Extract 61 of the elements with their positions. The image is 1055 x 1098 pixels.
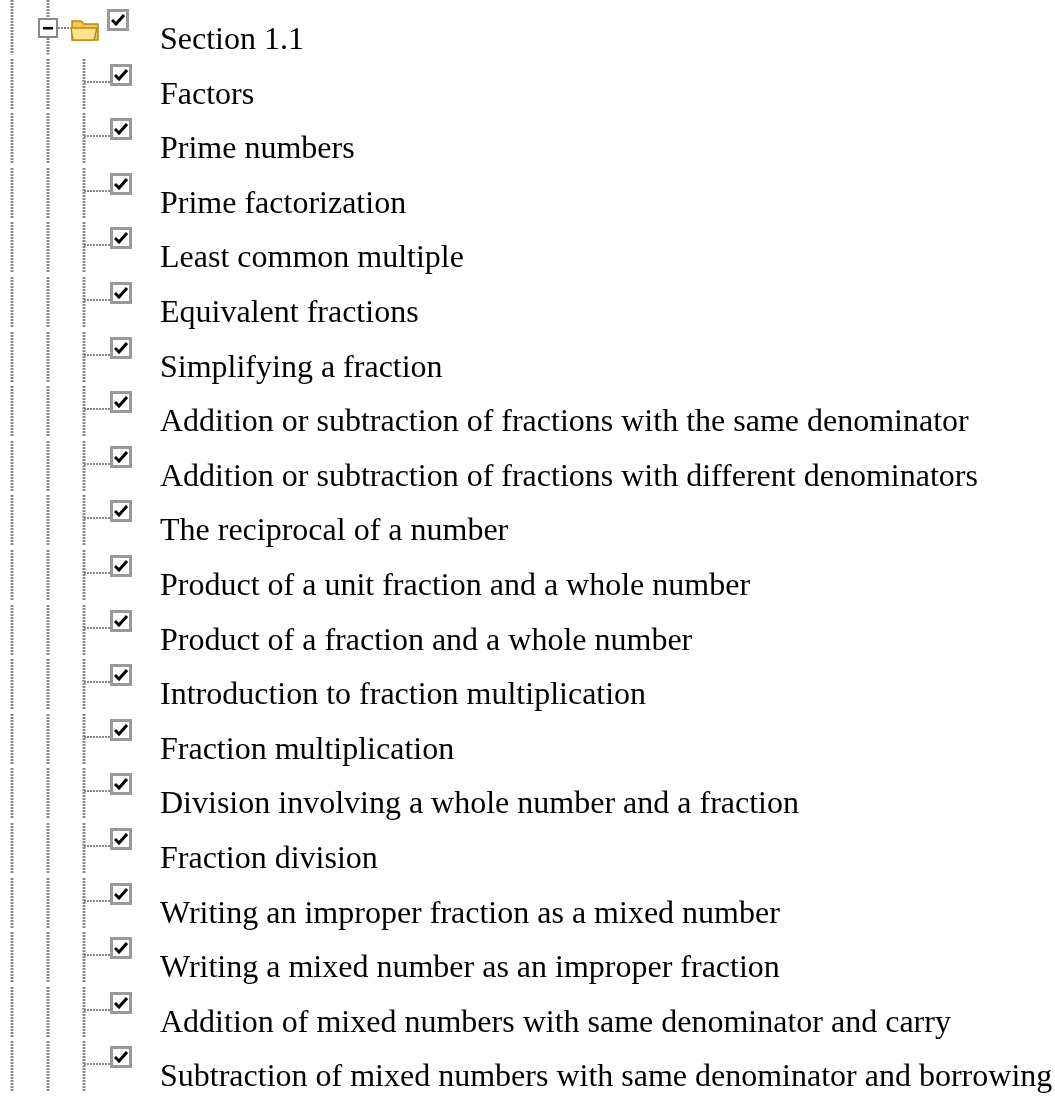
checkmark-icon xyxy=(114,669,128,682)
tree-item-label[interactable]: Division involving a whole number and a fraction xyxy=(160,784,799,821)
checkbox[interactable] xyxy=(110,827,132,850)
checkbox[interactable] xyxy=(110,172,132,195)
checkmark-icon xyxy=(114,232,128,245)
tree-item-label[interactable]: Least common multiple xyxy=(160,238,464,275)
checkmark-icon xyxy=(114,286,128,299)
tree-item-label[interactable]: Equivalent fractions xyxy=(160,292,419,329)
tree-item-label[interactable]: Addition of mixed numbers with same denominator and carry xyxy=(160,1002,951,1039)
tree-item-label[interactable]: Subtraction of mixed numbers with same denominator and borrowing xyxy=(160,1057,1053,1094)
checkmark-icon xyxy=(114,341,128,354)
checkbox[interactable] xyxy=(110,445,132,468)
tree-item-label[interactable]: Section 1.1 xyxy=(160,20,304,56)
checkmark-icon xyxy=(114,396,128,409)
checkmark-icon xyxy=(114,614,128,627)
checkbox[interactable] xyxy=(107,9,129,31)
checkbox[interactable] xyxy=(110,718,132,741)
checkmark-icon xyxy=(114,450,128,463)
tree-item-label[interactable]: Product of a fraction and a whole number xyxy=(160,620,693,657)
tree-item-label[interactable]: Writing a mixed number as an improper fraction xyxy=(160,948,780,985)
checkmark-icon xyxy=(114,1051,128,1064)
tree-item-label[interactable]: Prime factorization xyxy=(160,183,407,220)
tree-item-label[interactable]: Addition or subtraction of fractions with the same denominator xyxy=(160,402,969,439)
checkmark-icon xyxy=(114,832,128,845)
checkmark-icon xyxy=(114,559,128,572)
tree-item-label[interactable]: Simplifying a fraction xyxy=(160,347,443,384)
checkbox[interactable] xyxy=(110,118,132,141)
checkmark-icon xyxy=(114,723,128,736)
checkmark-icon xyxy=(114,68,128,81)
checkbox[interactable] xyxy=(110,500,132,523)
checkbox[interactable] xyxy=(110,281,132,304)
checkmark-icon xyxy=(111,14,125,26)
checkmark-icon xyxy=(114,177,128,190)
checkbox[interactable] xyxy=(110,336,132,359)
checkbox[interactable] xyxy=(110,1046,132,1069)
tree-item-label[interactable]: Fraction division xyxy=(160,838,378,875)
checkbox[interactable] xyxy=(110,773,132,796)
checkmark-icon xyxy=(114,123,128,136)
checkbox[interactable] xyxy=(110,227,132,250)
checkbox[interactable] xyxy=(110,937,132,960)
tree-item-label[interactable]: Addition or subtraction of fractions with different denominators xyxy=(160,456,978,493)
tree-item-label[interactable]: Factors xyxy=(160,74,255,111)
checkbox[interactable] xyxy=(110,991,132,1014)
checkbox[interactable] xyxy=(110,609,132,632)
checkmark-icon xyxy=(114,996,128,1009)
checkbox[interactable] xyxy=(110,664,132,687)
checkmark-icon xyxy=(114,778,128,791)
tree-item-label[interactable]: Product of a unit fraction and a whole number xyxy=(160,565,751,602)
checkbox[interactable] xyxy=(110,63,132,86)
checkmark-icon xyxy=(114,942,128,955)
tree-item-label[interactable]: Fraction multiplication xyxy=(160,729,455,766)
tree-item-label[interactable]: Writing an improper fraction as a mixed number xyxy=(160,893,780,930)
tree-item-label[interactable]: Prime numbers xyxy=(160,129,355,166)
checkmark-icon xyxy=(114,887,128,900)
tree-item-label[interactable]: The reciprocal of a number xyxy=(160,511,509,548)
checkbox[interactable] xyxy=(110,554,132,577)
checkmark-icon xyxy=(114,505,128,518)
checkbox[interactable] xyxy=(110,391,132,414)
checkbox[interactable] xyxy=(110,882,132,905)
tree-item-label[interactable]: Introduction to fraction multiplication xyxy=(160,675,647,712)
collapse-toggle[interactable] xyxy=(38,18,58,38)
